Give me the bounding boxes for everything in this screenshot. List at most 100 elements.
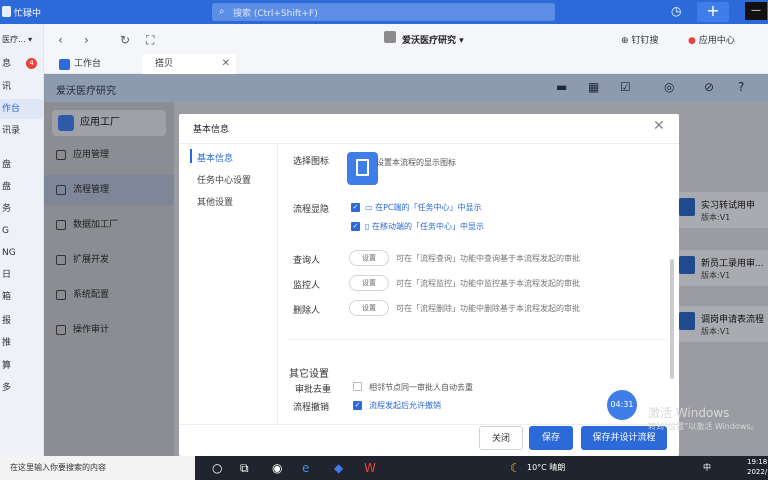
page-title: 爱沃医疗研究 <box>56 86 116 97</box>
check-icon[interactable]: ☑ <box>620 80 631 94</box>
app-center-button[interactable]: ● 应用中心 <box>688 33 735 46</box>
dialog-nav-basic[interactable]: 基本信息 <box>197 151 233 164</box>
sidebar-item-label: 息 <box>2 59 12 69</box>
help-icon[interactable]: ? <box>738 80 744 94</box>
dialog-title: 基本信息 <box>193 125 230 135</box>
avatar-icon[interactable]: ◎ <box>664 80 674 94</box>
minimize-button[interactable]: — <box>745 2 767 20</box>
dedupe-checkbox[interactable] <box>353 382 362 391</box>
save-button[interactable]: 保存 <box>529 426 573 450</box>
refresh-icon[interactable]: ↻ <box>120 33 130 47</box>
tab-workbench[interactable]: 工作台 <box>54 55 134 74</box>
document-icon <box>356 159 369 176</box>
other-settings-title: 其它设置 <box>289 369 329 380</box>
unread-badge: 4 <box>26 58 37 69</box>
task-view-icon[interactable]: ⧉ <box>240 461 249 476</box>
divider <box>287 339 667 340</box>
sidebar-item-2[interactable]: 盘 <box>0 177 44 197</box>
sidebar-item-chat[interactable]: 讯 <box>0 77 44 97</box>
menu-process-management[interactable]: 流程管理 <box>44 175 174 205</box>
process-card[interactable]: 调岗申请表流程 版本:V1 <box>677 306 768 342</box>
card-version: 版本:V1 <box>701 213 731 222</box>
process-icon-picker[interactable] <box>347 152 378 185</box>
taskbar-search[interactable]: 在这里输入你要搜索的内容 <box>0 456 195 480</box>
clock[interactable]: 19:18 2022/10/ <box>747 457 768 477</box>
sidebar-item-10[interactable]: 算 <box>0 356 44 376</box>
pin-search-button[interactable]: ⊕ 钉钉搜 <box>621 33 658 46</box>
monitor-icon[interactable]: ▬ <box>556 80 567 94</box>
menu-data-factory[interactable]: 数据加工厂 <box>44 210 174 240</box>
revoke-desc: 流程发起后允许撤销 <box>369 401 441 410</box>
audit-icon <box>56 325 66 335</box>
pin-label: 钉钉搜 <box>631 36 659 46</box>
monitor-set-button[interactable]: 设置 <box>349 275 389 291</box>
search-placeholder: 搜索 (Ctrl+Shift+F) <box>233 9 318 19</box>
tab-label: 工作台 <box>74 59 102 69</box>
revoke-label: 流程撤销 <box>293 403 330 413</box>
menu-system-config[interactable]: 系统配置 <box>44 280 174 310</box>
input-language[interactable]: 中 <box>703 462 711 473</box>
app-management-icon <box>56 150 66 160</box>
forward-icon[interactable]: › <box>84 33 89 47</box>
close-tab-icon[interactable]: ✕ <box>222 54 230 74</box>
app-name: 爱沃医疗研究 <box>402 36 457 46</box>
weather-icon: ☾ <box>510 461 521 475</box>
grid-icon[interactable]: ▦ <box>588 80 599 94</box>
sidebar-item-contacts[interactable]: 讯录 <box>0 121 44 141</box>
process-card[interactable]: 实习转试用申 版本:V1 <box>677 192 768 228</box>
dialog-nav-task-center[interactable]: 任务中心设置 <box>197 173 251 186</box>
monitor-desc: 可在「流程监控」功能中监控基于本流程发起的审批 <box>396 279 580 288</box>
compass-icon[interactable]: ⊘ <box>704 80 714 94</box>
taskbar: 在这里输入你要搜索的内容 ○ ⧉ ◉ e ◆ W ☾ 10°C 晴朗 中 19:… <box>0 456 768 480</box>
dedupe-label: 审批去重 <box>295 385 332 395</box>
query-set-button[interactable]: 设置 <box>349 250 389 266</box>
mobile-visible-checkbox[interactable]: ✓ <box>351 222 360 231</box>
dingtalk-icon[interactable]: ◆ <box>334 461 343 475</box>
sidebar-item-6[interactable]: 日 <box>0 265 44 285</box>
close-button[interactable]: 关闭 <box>479 426 523 450</box>
query-label: 查询人 <box>293 256 321 266</box>
scrollbar[interactable] <box>670 259 674 379</box>
sidebar-item-11[interactable]: 多 <box>0 378 44 398</box>
app-status: 忙碌中 <box>14 9 42 19</box>
sidebar-item-3[interactable]: 务 <box>0 199 44 219</box>
close-icon[interactable]: ✕ <box>653 118 665 134</box>
pc-visible-label: 在PC端的「任务中心」中显示 <box>375 203 482 212</box>
sidebar-item-8[interactable]: 报 <box>0 311 44 331</box>
process-card-icon <box>679 312 695 330</box>
sidebar-item-1[interactable]: 盘 <box>0 155 44 175</box>
menu-extension[interactable]: 扩展开发 <box>44 245 174 275</box>
card-version: 版本:V1 <box>701 327 731 336</box>
back-icon[interactable]: ‹ <box>58 33 63 47</box>
sidebar-item-workbench[interactable]: 作台 <box>0 99 44 119</box>
app-logo-icon <box>2 6 11 17</box>
mobile-visible-text: ▯ 在移动端的「任务中心」中显示 <box>365 221 484 232</box>
menu-label: 扩展开发 <box>73 255 110 265</box>
pc-visible-checkbox[interactable]: ✓ <box>351 203 360 212</box>
edge-icon[interactable]: ◉ <box>272 461 282 475</box>
sidebar-item-4[interactable]: G <box>0 221 44 241</box>
process-card[interactable]: 新员工录用审... 版本:V1 <box>677 250 768 286</box>
recording-timer[interactable]: 04:31 <box>607 390 637 420</box>
cortana-icon[interactable]: ○ <box>212 461 222 475</box>
phone-icon: ▯ <box>365 222 370 231</box>
global-search[interactable]: ⌕ 搜索 (Ctrl+Shift+F) <box>212 3 555 21</box>
ie-icon[interactable]: e <box>302 461 309 475</box>
sidebar-item-7[interactable]: 箱 <box>0 287 44 307</box>
clock-time: 19:18 <box>747 458 768 466</box>
dialog-nav-other[interactable]: 其他设置 <box>197 195 233 208</box>
sidebar-item-messages[interactable]: 息4 <box>0 54 44 74</box>
tab-dabei[interactable]: 搭贝 ✕ <box>142 54 236 74</box>
org-switcher[interactable]: 医疗... ▾ <box>0 30 44 50</box>
menu-audit[interactable]: 操作审计 <box>44 315 174 345</box>
add-button[interactable]: + <box>697 2 729 22</box>
revoke-checkbox[interactable]: ✓ <box>353 401 362 410</box>
app-name-dropdown[interactable]: 爱沃医疗研究 ▾ <box>391 33 464 46</box>
menu-app-management[interactable]: 应用管理 <box>44 140 174 170</box>
sidebar-item-5[interactable]: NG <box>0 243 44 263</box>
wps-icon[interactable]: W <box>364 461 376 475</box>
history-icon[interactable]: ◷ <box>671 4 681 18</box>
sidebar-item-9[interactable]: 推 <box>0 333 44 353</box>
fullscreen-icon[interactable]: ⛶ <box>146 33 154 48</box>
delete-set-button[interactable]: 设置 <box>349 300 389 316</box>
